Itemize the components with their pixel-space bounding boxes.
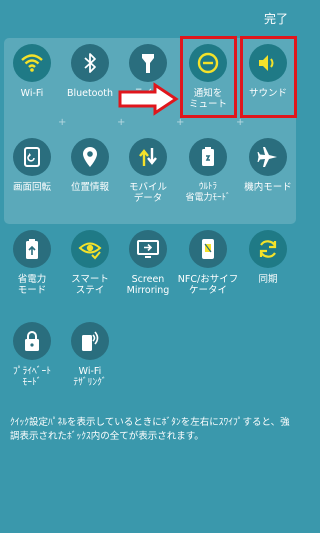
location-toggle[interactable]: 位置情報 — [62, 138, 118, 193]
airplane-mode-label: 機内モード — [244, 182, 292, 193]
private-mode-label: ﾌﾟﾗｲﾍﾞｰﾄ ﾓｰﾄﾞ — [12, 366, 51, 388]
nfc-label: NFC/おサイフ ケータイ — [177, 274, 239, 296]
wifi-toggle[interactable]: Wi-Fi — [4, 44, 60, 99]
mobile-data-label: モバイル データ — [128, 182, 167, 204]
done-button[interactable]: 完了 — [264, 10, 288, 27]
airplane-mode-toggle[interactable]: 機内モード — [240, 138, 296, 193]
airplane-mode-icon — [249, 138, 287, 176]
bluetooth-toggle[interactable]: Bluetooth — [62, 44, 118, 99]
screen-rotation-label: 画面回転 — [12, 182, 51, 193]
divider-plus: + — [117, 117, 126, 128]
screen-mirroring-icon — [129, 230, 167, 268]
flashlight-icon — [129, 44, 167, 82]
nfc-toggle[interactable]: NFC/おサイフ ケータイ — [178, 230, 238, 296]
screen-mirroring-toggle[interactable]: Screen Mirroring — [120, 230, 176, 296]
power-saving-icon — [13, 230, 51, 268]
mobile-data-toggle[interactable]: モバイル データ — [120, 138, 176, 204]
divider-plus: + — [236, 117, 245, 128]
ultra-power-saving-label: ｳﾙﾄﾗ 省電力ﾓｰﾄﾞ — [185, 182, 231, 203]
wifi-tethering-toggle[interactable]: Wi-Fi ﾃｻﾞﾘﾝｸﾞ — [62, 322, 118, 388]
bluetooth-label: Bluetooth — [66, 88, 114, 99]
power-saving-toggle[interactable]: 省電力 モード — [4, 230, 60, 296]
wifi-icon — [13, 44, 51, 82]
mobile-data-icon — [129, 138, 167, 176]
smart-stay-label: スマート ステイ — [71, 274, 109, 296]
sound-highlight-box — [240, 36, 297, 118]
screen-rotation-toggle[interactable]: 画面回転 — [4, 138, 60, 193]
power-saving-label: 省電力 モード — [17, 274, 47, 296]
wifi-tethering-icon — [71, 322, 109, 360]
bluetooth-icon — [71, 44, 109, 82]
wifi-label: Wi-Fi — [20, 88, 44, 99]
divider-plus: + — [58, 117, 67, 128]
sync-label: 同期 — [258, 274, 278, 285]
private-mode-toggle[interactable]: ﾌﾟﾗｲﾍﾞｰﾄ ﾓｰﾄﾞ — [4, 322, 60, 388]
nfc-icon — [189, 230, 227, 268]
sync-toggle[interactable]: 同期 — [240, 230, 296, 285]
ultra-power-saving-icon — [189, 138, 227, 176]
divider-plus: + — [176, 117, 185, 128]
smart-stay-icon — [71, 230, 109, 268]
location-icon — [71, 138, 109, 176]
mute-highlight-box — [180, 36, 237, 118]
location-label: 位置情報 — [70, 182, 109, 193]
screen-rotation-icon — [13, 138, 51, 176]
wifi-tethering-label: Wi-Fi ﾃｻﾞﾘﾝｸﾞ — [73, 366, 107, 388]
screen-mirroring-label: Screen Mirroring — [126, 274, 170, 296]
red-arrow-icon — [118, 82, 179, 116]
help-text: ｸｲｯｸ設定ﾊﾟﾈﾙを表示しているときにﾎﾞﾀﾝを左右にｽﾜｲﾌﾟすると、強調表… — [10, 417, 290, 442]
sync-icon — [249, 230, 287, 268]
ultra-power-saving-toggle[interactable]: ｳﾙﾄﾗ 省電力ﾓｰﾄﾞ — [180, 138, 236, 204]
smart-stay-toggle[interactable]: スマート ステイ — [62, 230, 118, 296]
private-mode-icon — [13, 322, 51, 360]
